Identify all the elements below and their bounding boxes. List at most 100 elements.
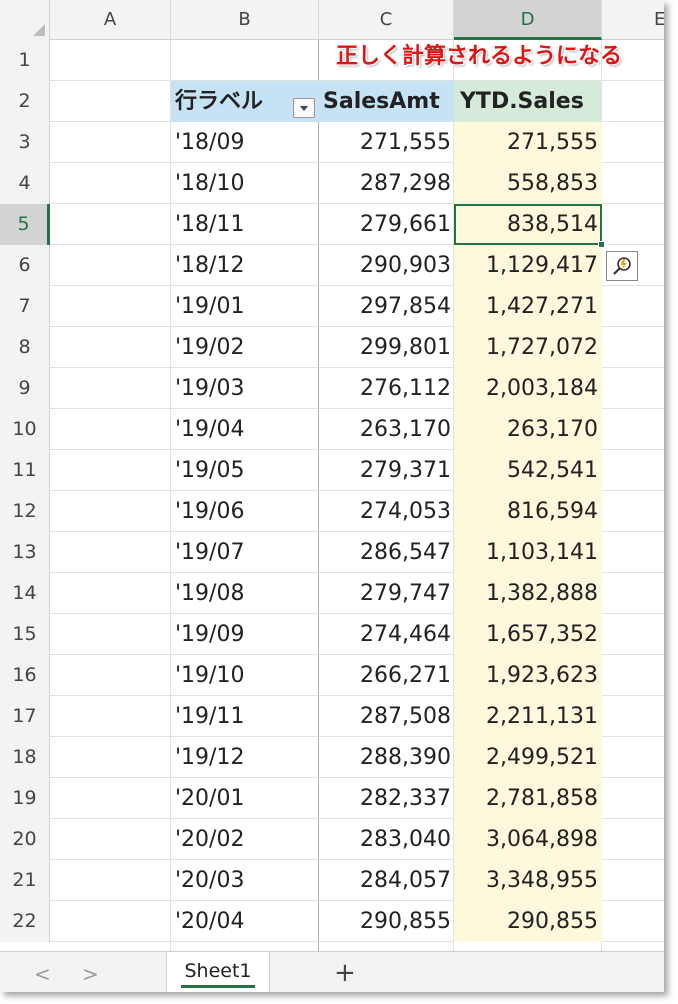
- month-cell[interactable]: '19/10: [171, 655, 319, 696]
- row-header[interactable]: 15: [0, 614, 50, 655]
- ytd-sales-cell[interactable]: 3,348,955: [454, 860, 602, 901]
- salesamt-header[interactable]: SalesAmt: [319, 81, 454, 122]
- salesamt-cell[interactable]: 266,271: [319, 655, 454, 696]
- salesamt-cell[interactable]: 297,854: [319, 286, 454, 327]
- quick-analysis-icon[interactable]: [606, 251, 638, 281]
- ytd-sales-cell[interactable]: 2,003,184: [454, 368, 602, 409]
- month-cell[interactable]: '19/03: [171, 368, 319, 409]
- salesamt-cell[interactable]: 290,855: [319, 901, 454, 942]
- row-header[interactable]: 16: [0, 655, 50, 696]
- ytd-sales-cell[interactable]: 263,170: [454, 409, 602, 450]
- salesamt-cell[interactable]: 283,040: [319, 819, 454, 860]
- column-header-a[interactable]: A: [50, 0, 171, 40]
- month-cell[interactable]: '19/05: [171, 450, 319, 491]
- ytd-sales-cell[interactable]: 838,514: [454, 204, 602, 245]
- row-header[interactable]: 10: [0, 409, 50, 450]
- ytd-sales-cell[interactable]: 1,129,417: [454, 245, 602, 286]
- salesamt-cell[interactable]: 287,508: [319, 696, 454, 737]
- salesamt-cell[interactable]: 271,555: [319, 122, 454, 163]
- row-header[interactable]: 11: [0, 450, 50, 491]
- salesamt-cell[interactable]: 288,390: [319, 737, 454, 778]
- month-cell[interactable]: '20/02: [171, 819, 319, 860]
- ytd-sales-cell[interactable]: 1,427,271: [454, 286, 602, 327]
- row-header-2[interactable]: 2: [0, 81, 50, 122]
- row-header[interactable]: 8: [0, 327, 50, 368]
- salesamt-cell[interactable]: 286,547: [319, 532, 454, 573]
- salesamt-cell[interactable]: 282,337: [319, 778, 454, 819]
- column-header-b[interactable]: B: [171, 0, 319, 40]
- salesamt-cell[interactable]: 276,112: [319, 368, 454, 409]
- month-cell[interactable]: '18/09: [171, 122, 319, 163]
- row-header[interactable]: 12: [0, 491, 50, 532]
- salesamt-cell[interactable]: 279,371: [319, 450, 454, 491]
- row-header[interactable]: 14: [0, 573, 50, 614]
- grid-row: 21 '20/03 284,057 3,348,955: [0, 860, 664, 901]
- salesamt-cell[interactable]: 279,747: [319, 573, 454, 614]
- month-cell[interactable]: '19/04: [171, 409, 319, 450]
- salesamt-cell[interactable]: 290,903: [319, 245, 454, 286]
- ytd-sales-cell[interactable]: 2,499,521: [454, 737, 602, 778]
- ytd-sales-cell[interactable]: 1,382,888: [454, 573, 602, 614]
- month-cell[interactable]: '18/11: [171, 204, 319, 245]
- row-header[interactable]: 22: [0, 901, 50, 942]
- salesamt-cell[interactable]: 274,053: [319, 491, 454, 532]
- row-header[interactable]: 19: [0, 778, 50, 819]
- salesamt-cell[interactable]: 287,298: [319, 163, 454, 204]
- month-cell[interactable]: '20/03: [171, 860, 319, 901]
- grid-row: 12 '19/06 274,053 816,594: [0, 491, 664, 532]
- row-header[interactable]: 13: [0, 532, 50, 573]
- row-header-1[interactable]: 1: [0, 40, 50, 81]
- ytd-sales-cell[interactable]: 1,727,072: [454, 327, 602, 368]
- active-sheet-underline: [181, 985, 255, 988]
- ytd-sales-cell[interactable]: 1,657,352: [454, 614, 602, 655]
- month-cell[interactable]: '20/04: [171, 901, 319, 942]
- ytd-sales-cell[interactable]: 2,211,131: [454, 696, 602, 737]
- column-header-e[interactable]: E: [602, 0, 664, 40]
- row-header[interactable]: 3: [0, 122, 50, 163]
- row-header[interactable]: 17: [0, 696, 50, 737]
- month-cell[interactable]: '19/06: [171, 491, 319, 532]
- ytd-sales-cell[interactable]: 3,064,898: [454, 819, 602, 860]
- row-header[interactable]: 20: [0, 819, 50, 860]
- month-cell[interactable]: '18/10: [171, 163, 319, 204]
- ytd-sales-cell[interactable]: 271,555: [454, 122, 602, 163]
- salesamt-cell[interactable]: 263,170: [319, 409, 454, 450]
- month-cell[interactable]: '20/01: [171, 778, 319, 819]
- row-header[interactable]: 6: [0, 245, 50, 286]
- row-header[interactable]: 9: [0, 368, 50, 409]
- select-all-corner[interactable]: [0, 0, 50, 40]
- column-header-d[interactable]: D: [454, 0, 602, 40]
- ytd-sales-cell[interactable]: 816,594: [454, 491, 602, 532]
- month-cell[interactable]: '19/07: [171, 532, 319, 573]
- month-cell[interactable]: '19/08: [171, 573, 319, 614]
- scroll-tabs-left-icon[interactable]: <: [34, 962, 51, 986]
- ytd-sales-cell[interactable]: 558,853: [454, 163, 602, 204]
- ytd-sales-cell[interactable]: 542,541: [454, 450, 602, 491]
- ytd-sales-cell[interactable]: 290,855: [454, 901, 602, 942]
- salesamt-cell[interactable]: 299,801: [319, 327, 454, 368]
- salesamt-cell[interactable]: 274,464: [319, 614, 454, 655]
- fill-handle[interactable]: [598, 241, 605, 248]
- scroll-tabs-right-icon[interactable]: >: [82, 962, 99, 986]
- month-cell[interactable]: '19/02: [171, 327, 319, 368]
- ytd-sales-header[interactable]: YTD.Sales: [454, 81, 602, 122]
- ytd-sales-cell[interactable]: 2,781,858: [454, 778, 602, 819]
- filter-dropdown-icon[interactable]: [293, 98, 315, 118]
- salesamt-cell[interactable]: 279,661: [319, 204, 454, 245]
- column-header-c[interactable]: C: [319, 0, 454, 40]
- row-header[interactable]: 5: [0, 204, 50, 245]
- salesamt-cell[interactable]: 284,057: [319, 860, 454, 901]
- month-cell[interactable]: '19/01: [171, 286, 319, 327]
- sheet-tab-sheet1[interactable]: Sheet1: [166, 952, 270, 992]
- row-header[interactable]: 21: [0, 860, 50, 901]
- month-cell[interactable]: '19/12: [171, 737, 319, 778]
- month-cell[interactable]: '18/12: [171, 245, 319, 286]
- row-header[interactable]: 7: [0, 286, 50, 327]
- month-cell[interactable]: '19/11: [171, 696, 319, 737]
- add-sheet-icon[interactable]: +: [334, 958, 356, 988]
- row-header[interactable]: 4: [0, 163, 50, 204]
- row-header[interactable]: 18: [0, 737, 50, 778]
- month-cell[interactable]: '19/09: [171, 614, 319, 655]
- ytd-sales-cell[interactable]: 1,103,141: [454, 532, 602, 573]
- ytd-sales-cell[interactable]: 1,923,623: [454, 655, 602, 696]
